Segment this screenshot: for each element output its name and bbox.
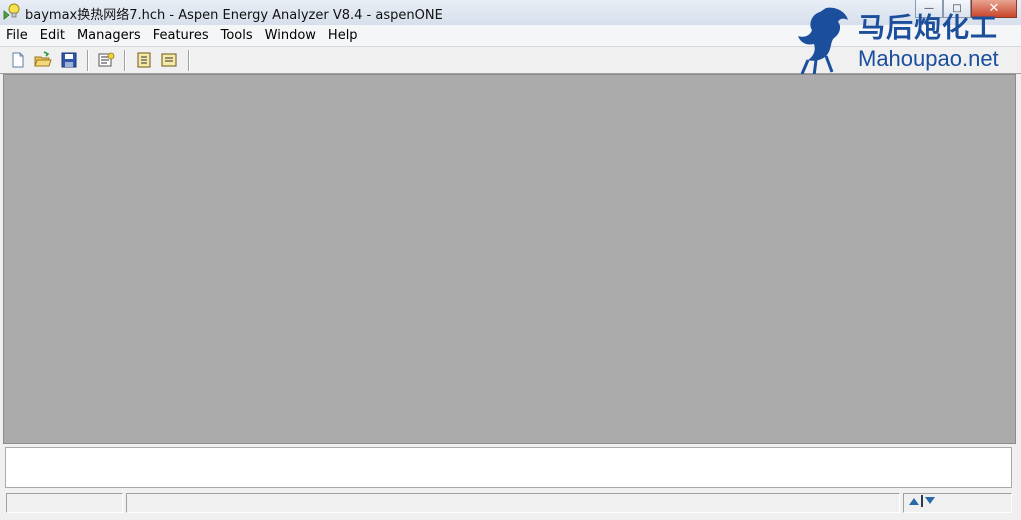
- toolbar-separator: [124, 50, 126, 71]
- properties-icon[interactable]: [97, 51, 115, 69]
- save-disk-icon[interactable]: [60, 51, 78, 69]
- status-bar: [0, 490, 1021, 520]
- watermark-en-text: Mahoupao.net: [858, 46, 999, 71]
- window-title: baymax换热网络7.hch - Aspen Energy Analyzer …: [25, 8, 443, 23]
- aspen-app-icon: [3, 3, 20, 20]
- menu-features[interactable]: Features: [147, 25, 215, 46]
- status-pane-left: [6, 493, 123, 513]
- menu-help[interactable]: Help: [322, 25, 364, 46]
- menu-managers[interactable]: Managers: [71, 25, 147, 46]
- menu-tools[interactable]: Tools: [215, 25, 259, 46]
- horse-logo-icon: [798, 7, 848, 77]
- divider-icon: [921, 495, 923, 507]
- new-document-icon[interactable]: [9, 51, 27, 69]
- message-panel[interactable]: [5, 447, 1012, 488]
- watermark-cn-text: 马后炮化工: [858, 13, 998, 44]
- export-icon[interactable]: [160, 51, 178, 69]
- toolbar-separator: [87, 50, 89, 71]
- status-pane-main: [126, 493, 900, 513]
- application-window: baymax换热网络7.hch - Aspen Energy Analyzer …: [0, 0, 1021, 520]
- mdi-client-area[interactable]: [3, 74, 1016, 444]
- toolbar-separator: [188, 50, 190, 71]
- menu-edit[interactable]: Edit: [34, 25, 71, 46]
- triangle-up-icon[interactable]: [908, 496, 920, 506]
- menu-window[interactable]: Window: [259, 25, 322, 46]
- watermark-logo: 马后炮化工 Mahoupao.net: [796, 4, 1018, 78]
- import-icon[interactable]: [135, 51, 153, 69]
- open-folder-icon[interactable]: [34, 51, 52, 69]
- menu-file[interactable]: File: [0, 25, 34, 46]
- status-scroll-arrows[interactable]: [908, 495, 936, 507]
- triangle-down-icon[interactable]: [924, 496, 936, 506]
